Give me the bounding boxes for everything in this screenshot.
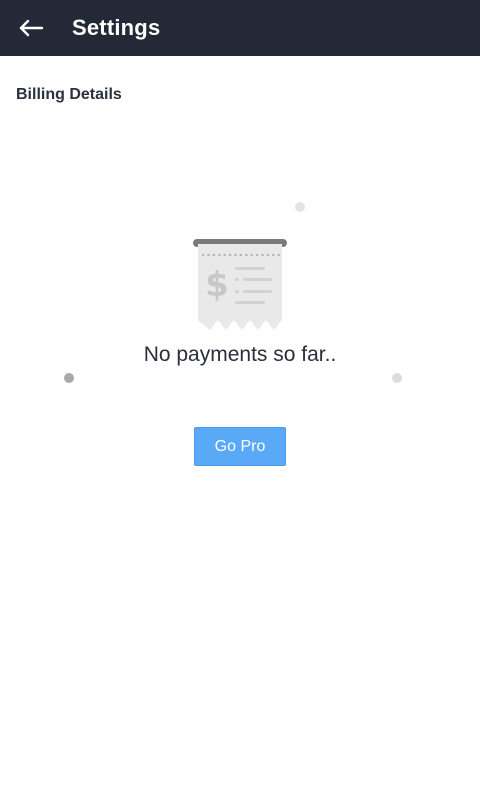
back-button[interactable]	[12, 10, 50, 46]
go-pro-button[interactable]: Go Pro	[194, 427, 286, 466]
decorative-dot	[295, 202, 305, 212]
svg-text:$: $	[205, 265, 229, 305]
empty-state-message: No payments so far..	[143, 343, 337, 366]
decorative-dot	[392, 373, 402, 383]
arrow-left-icon	[19, 19, 44, 37]
receipt-icon: $	[193, 239, 287, 330]
settings-screen: Settings Billing Details $ No payments s…	[0, 0, 480, 798]
decorative-dot	[64, 373, 74, 383]
billing-details-heading: Billing Details	[16, 86, 122, 103]
top-app-bar: Settings	[0, 0, 480, 56]
page-title: Settings	[72, 15, 161, 40]
